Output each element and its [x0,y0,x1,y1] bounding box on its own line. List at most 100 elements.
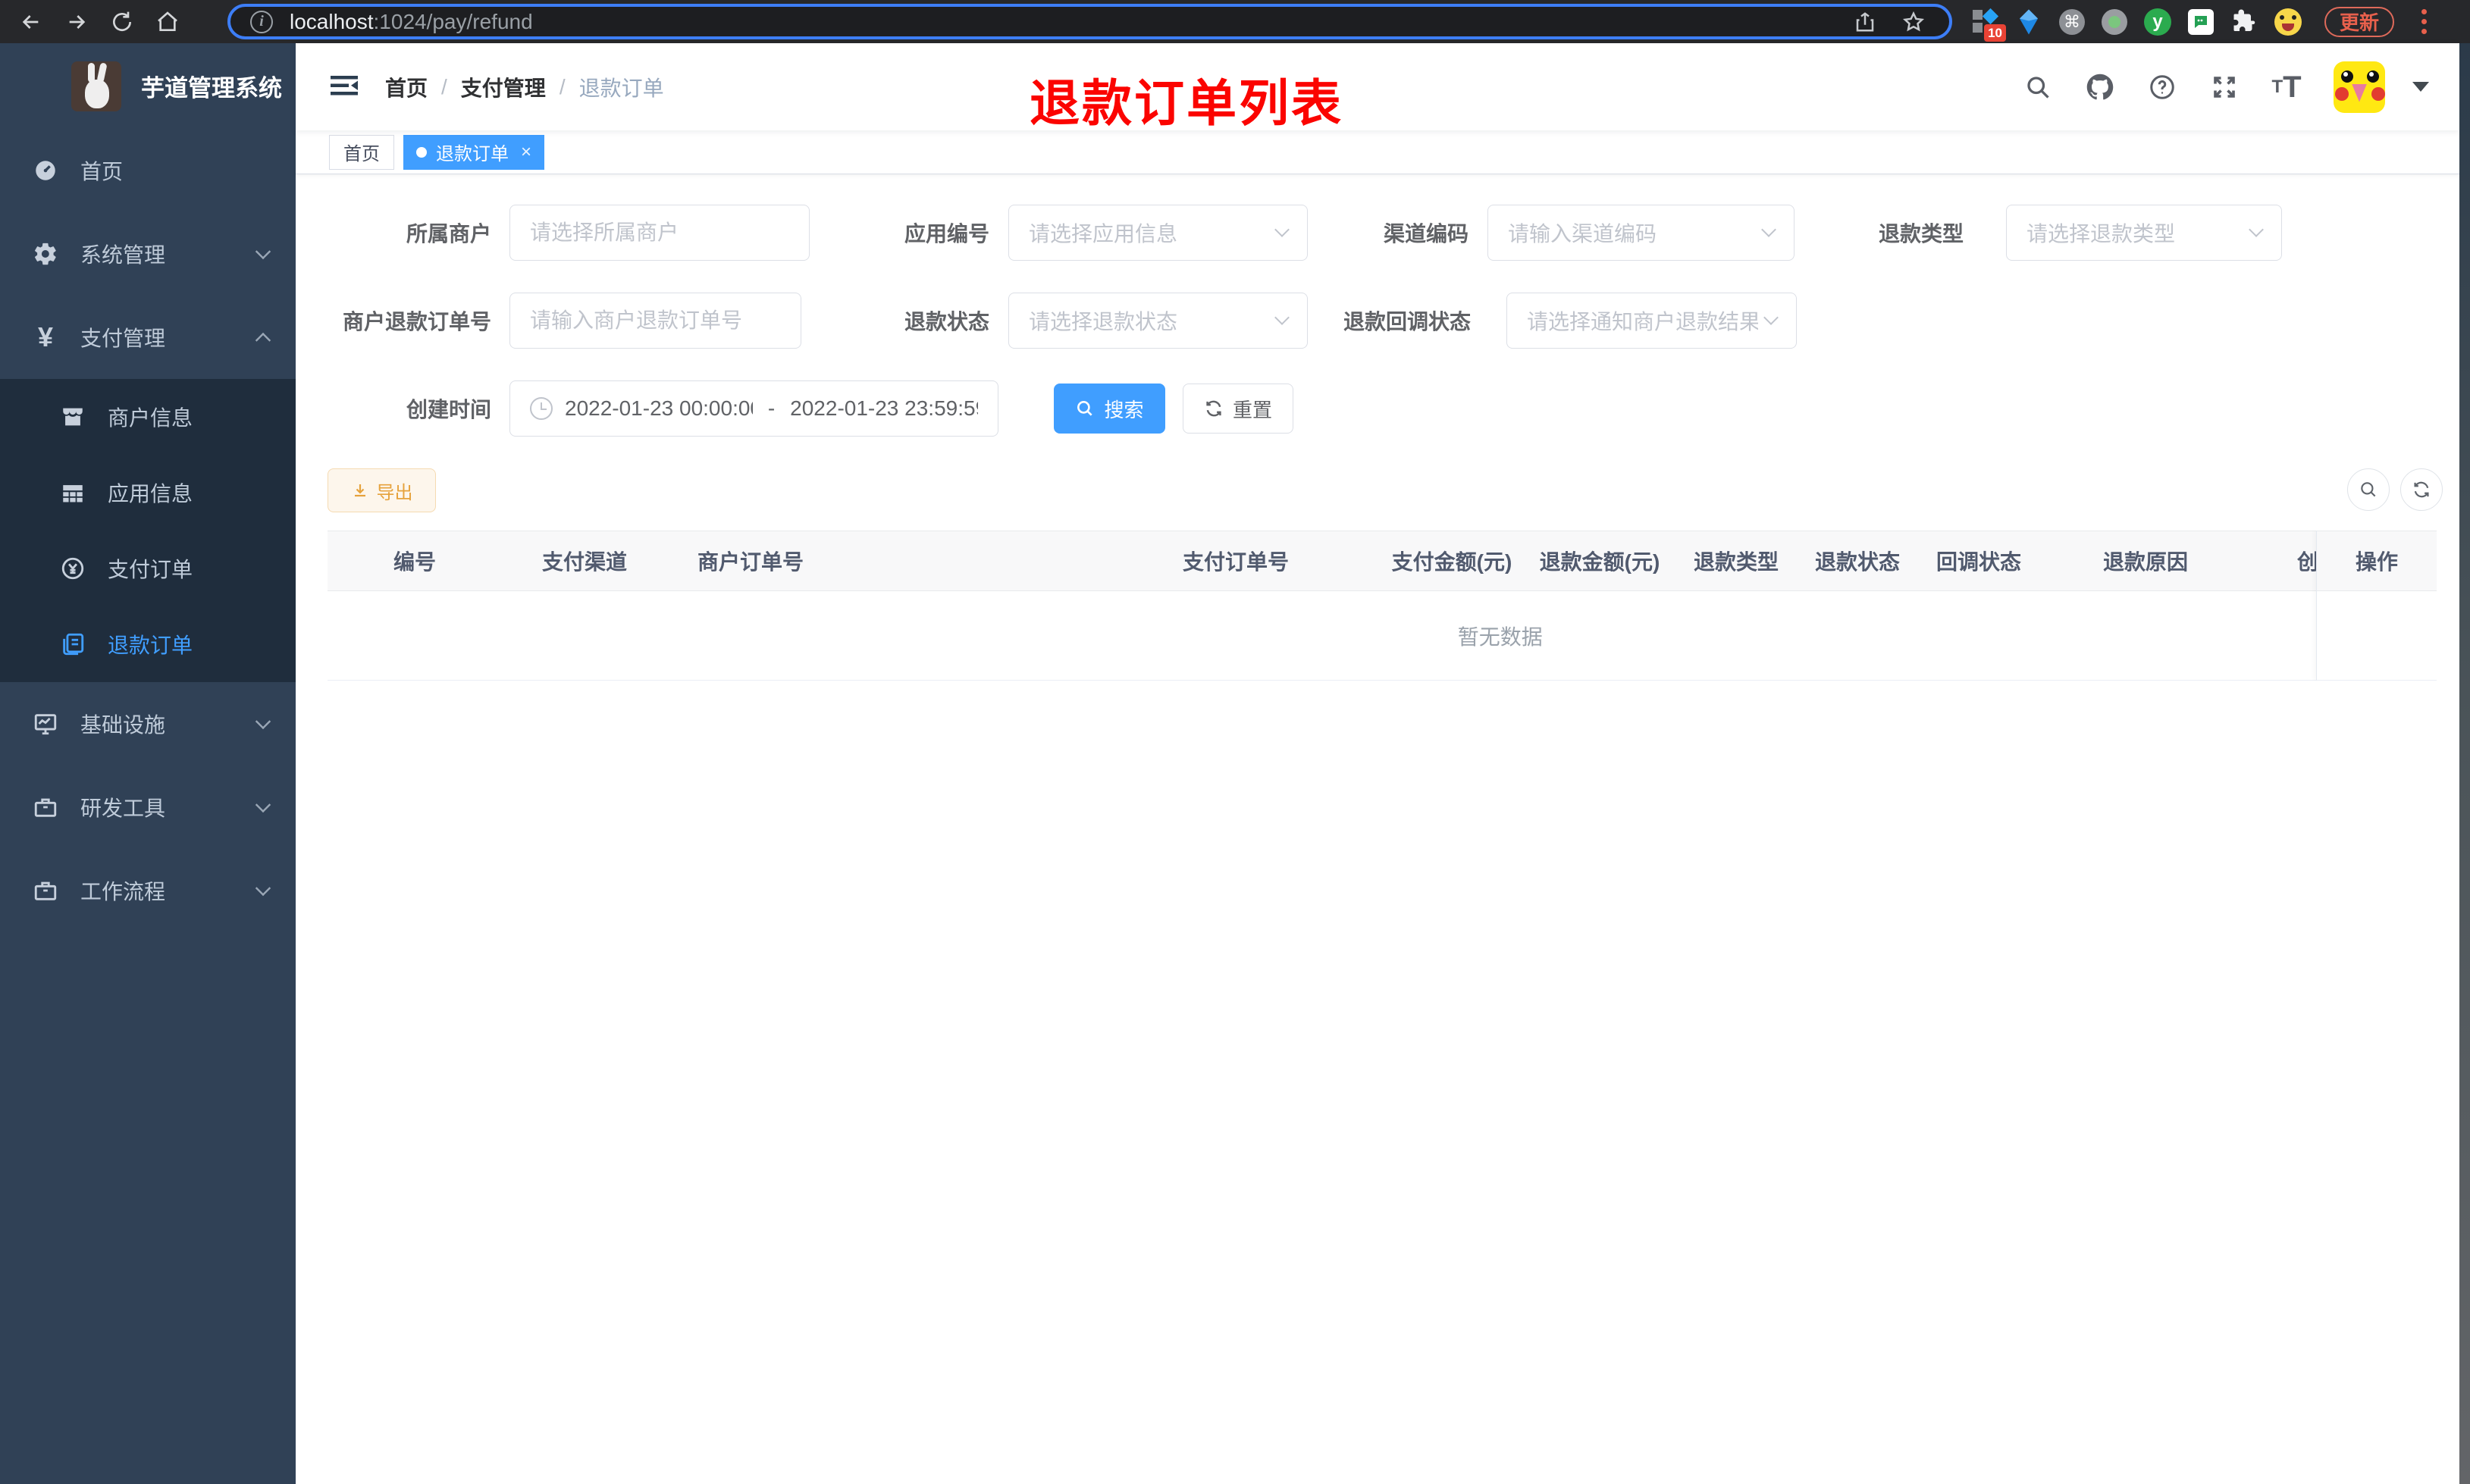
window-edge-strip [2459,43,2470,1484]
reset-button[interactable]: 重置 [1183,384,1293,434]
fullscreen-icon[interactable] [2209,72,2240,102]
avatar-caret-icon[interactable] [2412,82,2429,92]
breadcrumb-separator: / [559,74,566,99]
extension-grid-icon[interactable]: 10 [1971,8,2006,42]
extension-y-icon[interactable]: y [2144,8,2171,36]
export-button[interactable]: 导出 [328,468,436,512]
app-logo-row[interactable]: 芋道管理系统 [0,43,296,129]
tag-label: 首页 [343,144,380,164]
chevron-down-icon [1763,310,1779,325]
app-select[interactable]: 请选择应用信息 [1008,205,1308,261]
page-content: 所属商户 应用编号 请选择应用信息 渠道编码 请输入渠道编码 退款类型 请选择退… [296,174,2459,681]
search-icon[interactable] [2023,72,2053,102]
sidebar-item-refund-order[interactable]: 退款订单 [0,606,296,682]
sidebar-item-infra[interactable]: 基础设施 [0,682,296,765]
merchant-input[interactable] [509,205,810,261]
create-time-label: 创建时间 [406,398,491,421]
col-pay-amount: 支付金额(元) [1391,550,1512,574]
site-info-icon[interactable]: i [250,10,273,33]
chevron-up-icon [255,332,271,349]
table-toolbar: 导出 [328,468,2459,512]
sidebar-item-system[interactable]: 系统管理 [0,212,296,296]
tag-close-icon[interactable]: × [521,142,531,161]
col-refund-type: 退款类型 [1693,550,1779,574]
refresh-table-button[interactable] [2400,468,2443,511]
search-icon [1077,401,1093,416]
col-pay-order-no: 支付订单号 [1182,550,1289,574]
extension-emoji-icon[interactable] [2274,8,2302,36]
tag-refund-order[interactable]: 退款订单 × [403,134,545,170]
github-icon[interactable] [2085,72,2115,102]
notify-status-select[interactable]: 请选择通知商户退款结果的 [1506,293,1797,349]
table-empty-row: 暂无数据 [328,591,2437,681]
sidebar-item-pay-order[interactable]: 支付订单 [0,531,296,606]
search-icon [2361,482,2376,497]
refresh-icon [1206,400,1221,417]
refund-status-select[interactable]: 请选择退款状态 [1008,293,1308,349]
chrome-update-button[interactable]: 更新 [2324,6,2395,37]
sidebar-item-app-info[interactable]: 应用信息 [0,455,296,531]
extension-command-icon[interactable]: ⌘ [2059,8,2085,35]
back-icon[interactable] [17,8,45,36]
extension-circle-icon[interactable] [2102,8,2127,35]
extensions-puzzle-icon[interactable] [2230,8,2258,36]
date-range-separator: - [767,396,776,420]
browser-menu-icon[interactable] [2421,9,2428,34]
refund-type-label: 退款类型 [1878,222,1964,246]
col-merchant-order-no: 商户订单号 [697,550,804,574]
chevron-down-icon [255,243,271,260]
chevron-down-icon [255,713,271,730]
chevron-down-icon [255,797,271,813]
sidebar-item-merchant-info[interactable]: 商户信息 [0,379,296,455]
sidebar-item-dev-tools[interactable]: 研发工具 [0,765,296,849]
bookmark-star-icon[interactable] [1902,11,1925,33]
filter-row-1: 所属商户 应用编号 请选择应用信息 渠道编码 请输入渠道编码 退款类型 请选择退… [328,205,2459,261]
app-placeholder: 请选择应用信息 [1029,222,1178,246]
filter-row-3: 创建时间 2022-01-23 00:00:00 - 2022-01-23 23… [328,380,2459,437]
chevron-down-icon [1274,222,1290,237]
table-header-row: 编号 支付渠道 商户订单号 支付订单号 支付金额(元) 退款金额(元) 退款类型… [328,531,2437,591]
help-icon[interactable] [2147,72,2177,102]
search-button[interactable]: 搜索 [1054,384,1165,434]
show-search-toggle-button[interactable] [2347,468,2390,511]
app-label: 应用编号 [904,222,989,246]
sidebar-toggle-icon[interactable] [329,70,362,104]
tags-view: 首页 退款订单 × [296,130,2459,174]
share-icon[interactable] [1854,11,1876,33]
sidebar-item-label: 首页 [80,160,124,183]
refresh-icon [2414,481,2429,498]
channel-label: 渠道编码 [1383,222,1469,246]
tag-home[interactable]: 首页 [329,134,394,170]
breadcrumb: 首页 / 支付管理 / 退款订单 [385,72,664,102]
channel-select[interactable]: 请输入渠道编码 [1487,205,1795,261]
col-refund-reason: 退款原因 [2102,550,2188,574]
pay-circle-icon [59,555,86,582]
chevron-down-icon [2249,222,2264,237]
sidebar-item-label: 支付订单 [108,558,193,581]
refund-status-label: 退款状态 [904,310,989,333]
merchant-label: 所属商户 [406,222,491,246]
channel-placeholder: 请输入渠道编码 [1508,222,1657,246]
font-size-icon[interactable]: TT [2271,72,2302,102]
sidebar-item-workflow[interactable]: 工作流程 [0,849,296,932]
url-bar[interactable]: i localhost:1024/pay/refund [227,4,1952,39]
forward-icon[interactable] [62,8,91,36]
app-title: 芋道管理系统 [141,75,282,102]
create-time-range-picker[interactable]: 2022-01-23 00:00:00 - 2022-01-23 23:59:5… [509,380,998,437]
reload-icon[interactable] [108,8,136,36]
app-logo [71,61,121,111]
briefcase-icon [32,794,59,821]
extension-chat-icon[interactable] [2188,8,2214,35]
merchant-refund-no-input[interactable] [509,293,801,349]
sidebar-item-pay[interactable]: ¥ 支付管理 [0,296,296,379]
url-host: localhost [290,9,374,33]
sidebar-item-label: 退款订单 [108,634,193,657]
extension-kite-icon[interactable] [2015,8,2042,36]
avatar[interactable] [2334,61,2385,113]
refund-type-select[interactable]: 请选择退款类型 [2006,205,2282,261]
refund-table: 编号 支付渠道 商户订单号 支付订单号 支付金额(元) 退款金额(元) 退款类型… [328,531,2437,681]
breadcrumb-pay[interactable]: 支付管理 [461,72,546,102]
sidebar-item-home[interactable]: 首页 [0,129,296,212]
breadcrumb-home[interactable]: 首页 [385,72,428,102]
home-icon[interactable] [153,8,182,36]
